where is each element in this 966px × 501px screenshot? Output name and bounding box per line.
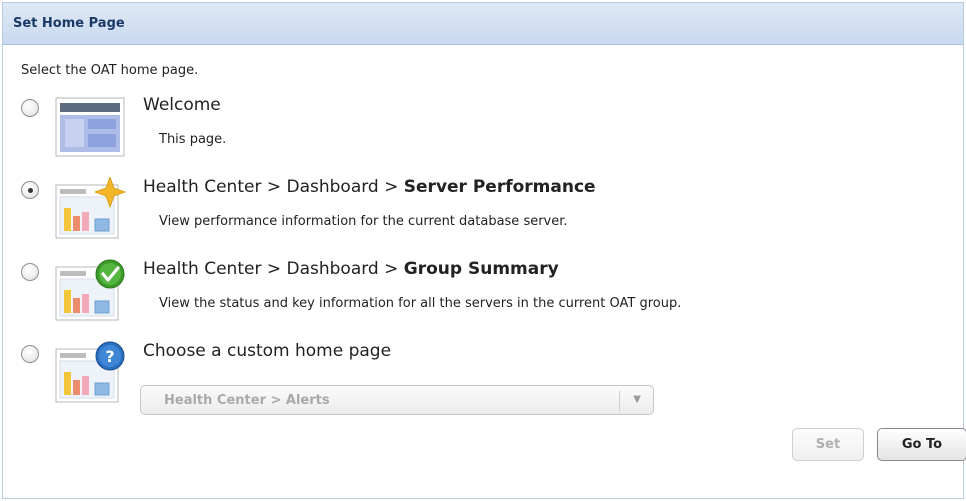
svg-text:?: ? [105,347,114,366]
option-custom-title-text: Choose a custom home page [143,341,392,361]
panel-header: Set Home Page [3,3,963,45]
custom-home-page-select[interactable]: Health Center > Alerts ▼ [140,385,654,415]
option-welcome-description: This page. [159,132,227,147]
option-group-summary-title-text: Health Center > Dashboard > [143,259,404,279]
custom-home-page-select-value: Health Center > Alerts [164,393,330,408]
set-home-page-panel: Set Home Page Select the OAT home page. … [2,2,966,499]
select-divider [619,391,620,411]
go-to-button[interactable]: Go To [877,428,966,461]
radio-server-performance[interactable] [21,181,39,199]
option-group-summary: Health Center > Dashboard > Group Summar… [3,259,963,341]
set-button[interactable]: Set [792,428,864,461]
radio-group-summary[interactable] [21,263,39,281]
intro-text: Select the OAT home page. [21,63,199,78]
option-welcome: Welcome This page. [3,95,963,177]
radio-welcome[interactable] [21,99,39,117]
option-welcome-title-text: Welcome [143,95,221,115]
star-chart-icon [55,177,127,239]
option-server-performance: Health Center > Dashboard > Server Perfo… [3,177,963,259]
option-server-performance-title-bold: Server Performance [403,177,596,197]
question-chart-icon: ? [55,341,125,403]
option-group-summary-title-bold: Group Summary [403,259,559,279]
option-welcome-title: Welcome [143,95,221,115]
checkmark-chart-icon [55,259,125,321]
radio-custom[interactable] [21,345,39,363]
option-custom-title: Choose a custom home page [143,341,391,361]
panel-title: Set Home Page [13,16,125,31]
option-group-summary-description: View the status and key information for … [159,296,682,311]
welcome-page-icon [55,97,125,157]
option-server-performance-title: Health Center > Dashboard > Server Perfo… [143,177,596,197]
dropdown-arrow-icon[interactable]: ▼ [633,394,641,405]
option-group-summary-title: Health Center > Dashboard > Group Summar… [143,259,559,279]
option-server-performance-title-text: Health Center > Dashboard > [143,177,404,197]
option-server-performance-description: View performance information for the cur… [159,214,568,229]
